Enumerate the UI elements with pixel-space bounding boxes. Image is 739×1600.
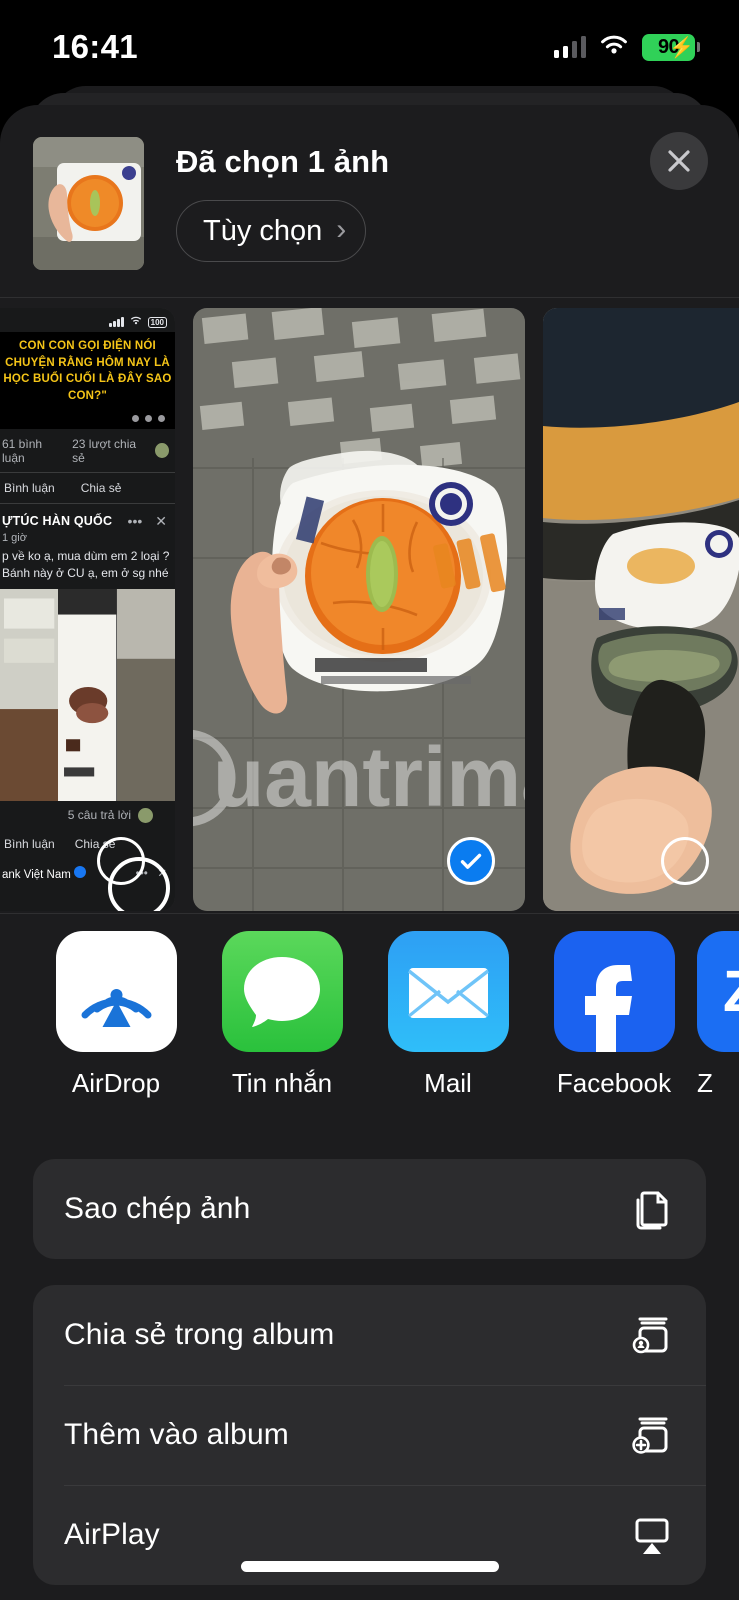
share-sheet: Đã chọn 1 ảnh Tùy chọn › 100 CON CON GỌI…	[0, 105, 739, 1600]
chevron-right-icon: ›	[336, 212, 347, 246]
share-target-label: Tin nhắn	[231, 1067, 333, 1098]
airdrop-icon	[55, 930, 177, 1052]
close-button[interactable]	[650, 132, 708, 190]
fb-comment-action: Bình luận	[4, 480, 55, 495]
share-target-messages[interactable]: Tin nhắn	[199, 930, 365, 1099]
fb-comment-count: 61 bình luận	[2, 436, 43, 465]
messages-icon	[221, 930, 343, 1052]
fb-post-body: p về ko ạ, mua dùm em 2 loại ? Bánh này …	[2, 548, 170, 580]
fb-photo-thumb-1	[0, 588, 59, 802]
share-target-label: Mail	[424, 1067, 472, 1098]
status-bar: 16:41 90 ⚡	[0, 0, 739, 88]
add-to-album-icon	[628, 1411, 676, 1459]
action-add-to-album[interactable]: Thêm vào album	[33, 1385, 706, 1485]
more-options-icon: •••	[127, 513, 143, 530]
status-bar-indicators: 90 ⚡	[553, 32, 700, 62]
airplay-icon	[628, 1511, 676, 1559]
copy-icon	[628, 1185, 676, 1233]
action-label: Thêm vào album	[64, 1418, 289, 1451]
verified-badge-icon	[74, 865, 87, 878]
wifi-icon	[129, 315, 143, 329]
share-sheet-header: Đã chọn 1 ảnh Tùy chọn ›	[0, 105, 739, 298]
share-sheet-screen: 16:41 90 ⚡ Đã chọn 1 ảnh Tùy chọn › 100 …	[0, 0, 739, 1600]
mail-icon	[387, 930, 509, 1052]
fb-reaction-dots	[0, 408, 175, 429]
share-target-label: AirDrop	[71, 1067, 161, 1098]
selected-photo-thumbnail[interactable]	[33, 137, 144, 270]
wifi-icon	[597, 32, 631, 62]
action-share-in-album[interactable]: Chia sẻ trong album	[33, 1285, 706, 1385]
photo-carousel[interactable]: 100 CON CON GỌI ĐIỆN NÓI CHUYỆN RẰNG HÔM…	[0, 298, 739, 913]
fb-comment-action-2: Bình luận	[4, 836, 55, 851]
share-target-facebook[interactable]: Facebook	[531, 930, 697, 1099]
unselected-circle[interactable]	[661, 837, 709, 885]
app-share-row[interactable]: AirDrop Tin nhắn Mail Facebook Z	[0, 913, 739, 1115]
facebook-icon	[553, 930, 675, 1052]
facebook-screenshot-photo[interactable]: 100 CON CON GỌI ĐIỆN NÓI CHUYỆN RẰNG HÔM…	[0, 308, 175, 911]
fb-replies-count: 5 câu trả lời	[67, 808, 131, 823]
fb-photo-thumb-3	[116, 588, 175, 802]
options-button-label: Tùy chọn	[203, 214, 323, 247]
home-indicator	[240, 1561, 499, 1572]
share-target-mail[interactable]: Mail	[365, 930, 531, 1099]
melon-bread-photo[interactable]: uantriman	[193, 308, 525, 911]
avatar	[155, 443, 169, 459]
share-target-label: Z	[697, 1067, 713, 1098]
selected-check-circle[interactable]	[447, 837, 495, 885]
cellular-bars-icon	[553, 36, 586, 58]
share-target-airdrop[interactable]: AirDrop	[33, 930, 199, 1099]
svg-text:Z: Z	[723, 959, 739, 1024]
action-label: Sao chép ảnh	[64, 1192, 251, 1225]
action-list-copy: Sao chép ảnh	[33, 1159, 706, 1259]
action-list-albums: Chia sẻ trong album Thêm vào album AirPl…	[33, 1285, 706, 1585]
status-bar-time: 16:41	[52, 28, 138, 65]
fb-post-time: 1 giờ	[2, 531, 27, 544]
fb-share-count: 23 lượt chia sẻ	[72, 436, 137, 465]
fb-photo-thumb-2	[58, 588, 117, 802]
action-copy-photo[interactable]: Sao chép ảnh	[33, 1159, 706, 1259]
page-title: Đã chọn 1 ảnh	[176, 144, 390, 179]
shared-album-icon	[628, 1311, 676, 1359]
dark-snack-photo[interactable]	[543, 308, 739, 911]
fb-battery: 100	[147, 316, 167, 328]
charging-bolt-icon: ⚡	[669, 36, 694, 59]
share-target-label: Facebook	[556, 1067, 672, 1098]
zalo-icon: Z	[697, 930, 739, 1052]
avatar	[138, 807, 153, 823]
fb-post-headline: CON CON GỌI ĐIỆN NÓI CHUYỆN RẰNG HÔM NAY…	[0, 332, 175, 409]
fb-status-bar: 100	[0, 308, 175, 332]
svg-text:uantriman: uantriman	[213, 730, 525, 824]
fb-share-action: Chia sẻ	[80, 480, 122, 495]
close-icon: ✕	[155, 512, 167, 529]
fb-group-name: ỰTÚC HÀN QUỐC	[2, 514, 113, 529]
options-button[interactable]: Tùy chọn ›	[176, 200, 367, 262]
action-label: AirPlay	[64, 1518, 160, 1551]
fb-bottom-name: ank Việt Nam	[2, 868, 71, 881]
unselected-circle[interactable]	[97, 837, 145, 885]
share-target-zalo[interactable]: Z Z	[697, 930, 739, 1099]
battery-icon: 90 ⚡	[642, 33, 700, 61]
close-icon	[668, 150, 690, 172]
cellular-bars-icon	[109, 317, 124, 327]
action-label: Chia sẻ trong album	[64, 1318, 335, 1351]
